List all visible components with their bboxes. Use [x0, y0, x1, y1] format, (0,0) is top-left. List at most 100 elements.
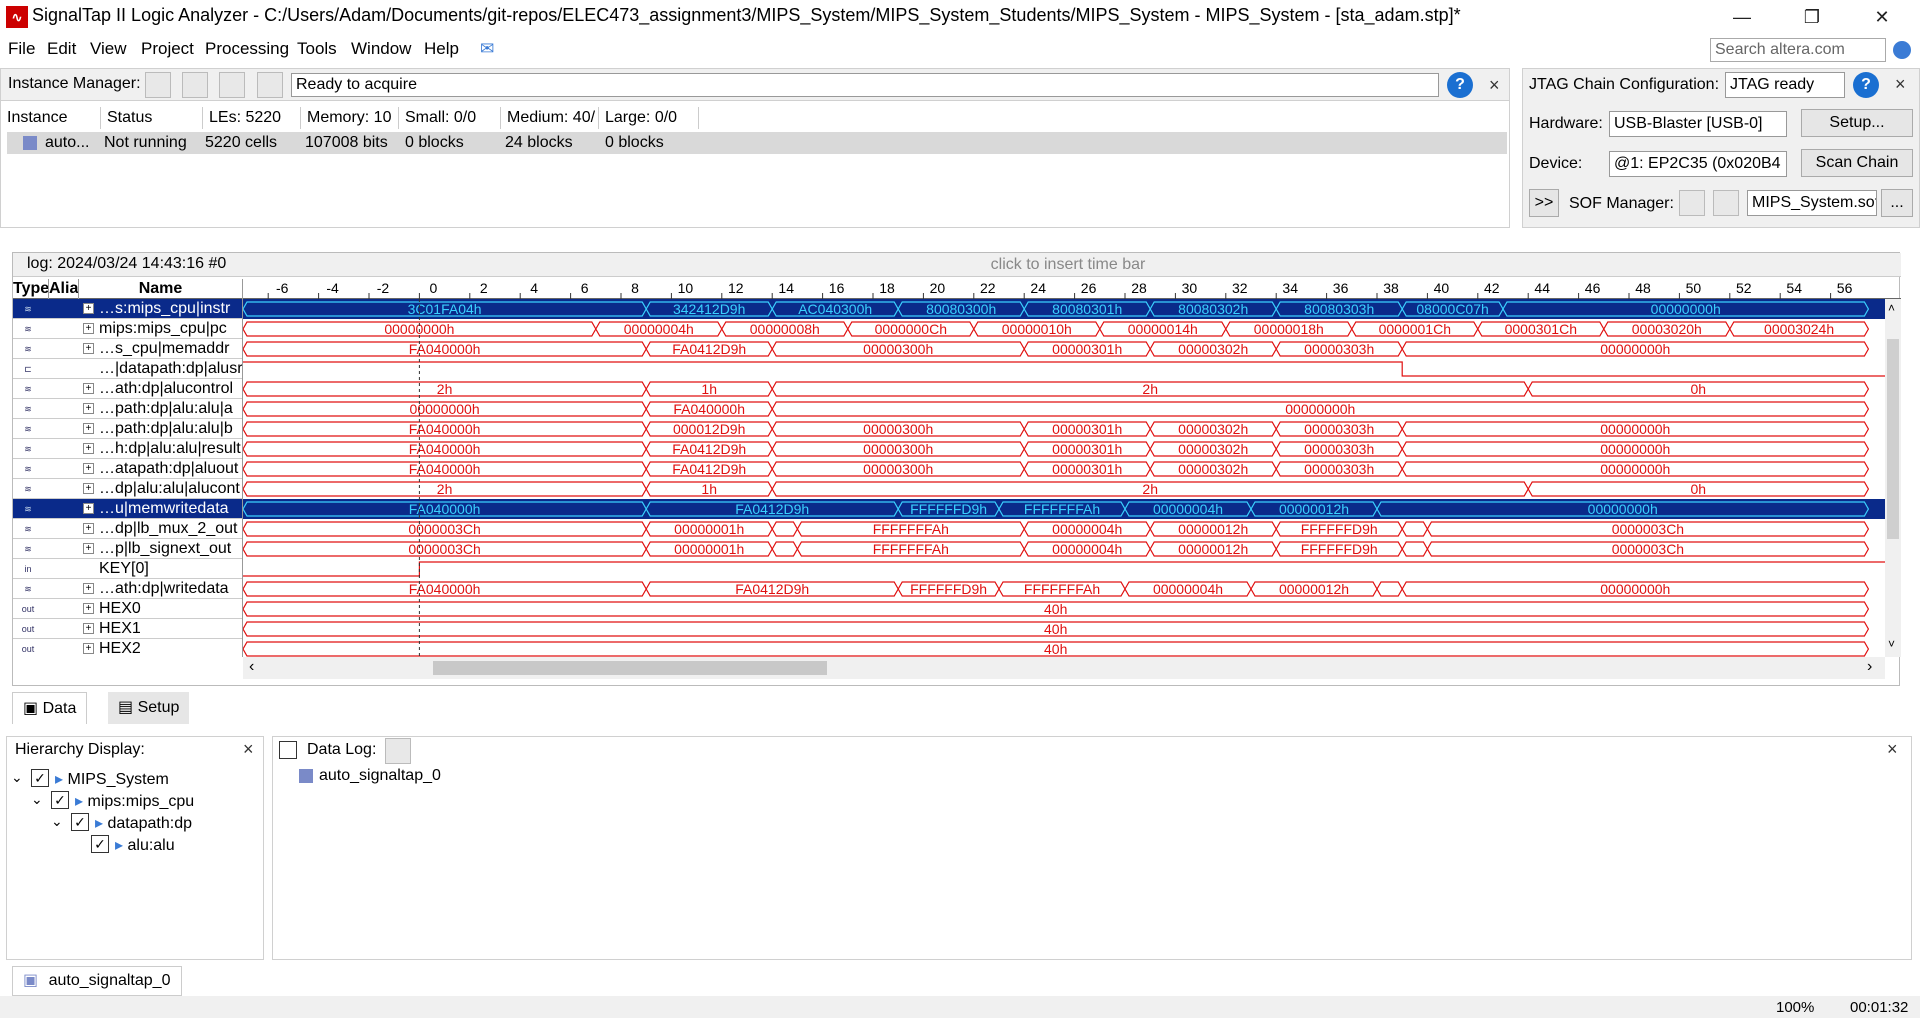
signal-row[interactable]: ≋ + …u|memwritedata	[13, 499, 242, 519]
expand-icon[interactable]: +	[83, 583, 94, 594]
col-medium[interactable]: Medium: 40/	[501, 107, 599, 129]
col-type[interactable]: Type	[13, 279, 49, 299]
expand-icon[interactable]: +	[83, 323, 94, 334]
col-status[interactable]: Status	[101, 107, 203, 129]
tree-item-datapath[interactable]: ▸ datapath:dp	[95, 813, 192, 833]
expand-icon[interactable]: +	[83, 503, 94, 514]
restore-button[interactable]: ❐	[1789, 0, 1835, 34]
checkbox-alu[interactable]: ✓	[91, 835, 109, 853]
col-memory[interactable]: Memory: 10	[301, 107, 399, 129]
tab-setup[interactable]: ▤ Setup	[108, 692, 190, 724]
menu-help[interactable]: Help	[420, 34, 463, 64]
col-name[interactable]: Name	[79, 279, 243, 299]
col-instance[interactable]: Instance	[1, 107, 101, 129]
scroll-right-icon[interactable]: ›	[1867, 658, 1872, 676]
signal-row[interactable]: ≋ + …ath:dp|alucontrol	[13, 379, 242, 399]
read-data-icon[interactable]	[257, 72, 283, 98]
time-bar-area[interactable]: click to insert time bar	[243, 255, 1893, 275]
signal-row[interactable]: out + HEX1	[13, 619, 242, 639]
horizontal-scrollbar[interactable]: ‹ ›	[243, 657, 1885, 679]
signal-row[interactable]: ≋ + …s:mips_cpu|instr	[13, 299, 242, 319]
expand-button[interactable]: >>	[1529, 189, 1559, 217]
instance-tab[interactable]: ▣ auto_signaltap_0	[12, 966, 182, 996]
scroll-down-icon[interactable]: ˅	[1888, 637, 1895, 651]
hierarchy-close-icon[interactable]: ×	[243, 739, 254, 760]
checkbox-datapath[interactable]: ✓	[71, 813, 89, 831]
device-select[interactable]: @1: EP2C35 (0x020B4	[1609, 151, 1787, 177]
program-device-icon[interactable]	[1679, 190, 1705, 216]
expand-icon[interactable]: +	[83, 643, 94, 654]
data-log-checkbox[interactable]	[279, 741, 297, 759]
tab-data[interactable]: ▣ Data	[12, 692, 88, 724]
data-log-icon[interactable]	[385, 738, 411, 764]
signal-row[interactable]: ≋ + …atapath:dp|aluout	[13, 459, 242, 479]
expand-icon[interactable]: +	[83, 483, 94, 494]
sof-file-field[interactable]: MIPS_System.sof	[1747, 190, 1877, 216]
menu-window[interactable]: Window	[347, 34, 415, 64]
data-log-close-icon[interactable]: ×	[1887, 739, 1898, 760]
jtag-close-icon[interactable]: ×	[1895, 74, 1906, 95]
col-large[interactable]: Large: 0/0	[599, 107, 699, 129]
globe-icon[interactable]	[1893, 41, 1911, 59]
tree-item-alu[interactable]: ▸ alu:alu	[115, 835, 175, 855]
signal-row[interactable]: ≋ + …h:dp|alu:alu|result	[13, 439, 242, 459]
attach-icon[interactable]	[1713, 190, 1739, 216]
signal-row[interactable]: ≋ + …s_cpu|memaddr	[13, 339, 242, 359]
signal-row[interactable]: ≋ + mips:mips_cpu|pc	[13, 319, 242, 339]
signal-row[interactable]: ≋ + …dp|lb_mux_2_out	[13, 519, 242, 539]
expand-icon[interactable]: +	[83, 463, 94, 474]
vertical-scroll-thumb[interactable]	[1887, 339, 1899, 539]
run-icon[interactable]	[182, 72, 208, 98]
signal-row[interactable]: out + HEX2	[13, 639, 242, 657]
checkbox-mips-cpu[interactable]: ✓	[51, 791, 69, 809]
expand-icon[interactable]: +	[83, 603, 94, 614]
signal-row[interactable]: ⊏ …|datapath:dp|alusrc	[13, 359, 242, 379]
vertical-scrollbar[interactable]: ˄ ˅	[1885, 299, 1901, 657]
expand-icon[interactable]: +	[83, 543, 94, 554]
expand-icon[interactable]: +	[83, 343, 94, 354]
stop-icon[interactable]	[219, 72, 245, 98]
feedback-icon[interactable]: ✉	[476, 34, 498, 64]
chevron-down-icon[interactable]: ⌄	[11, 769, 23, 786]
autorun-icon[interactable]	[145, 72, 171, 98]
signal-row[interactable]: in KEY[0]	[13, 559, 242, 579]
tree-item-mips-cpu[interactable]: ▸ mips:mips_cpu	[75, 791, 194, 811]
menu-view[interactable]: View	[86, 34, 131, 64]
col-alias[interactable]: Alias	[49, 279, 79, 299]
signal-row[interactable]: ≋ + …dp|alu:alu|alucont	[13, 479, 242, 499]
col-small[interactable]: Small: 0/0	[399, 107, 501, 129]
browse-button[interactable]: ...	[1881, 189, 1913, 217]
scroll-left-icon[interactable]: ‹	[249, 658, 254, 676]
menu-edit[interactable]: Edit	[43, 34, 80, 64]
chevron-down-icon[interactable]: ⌄	[31, 791, 43, 808]
help-icon[interactable]: ?	[1447, 72, 1473, 98]
instance-row[interactable]: auto... Not running 5220 cells 107008 bi…	[7, 132, 1507, 154]
col-les[interactable]: LEs: 5220	[203, 107, 301, 129]
hardware-select[interactable]: USB-Blaster [USB-0]	[1609, 111, 1787, 137]
expand-icon[interactable]: +	[83, 423, 94, 434]
chevron-down-icon[interactable]: ⌄	[51, 813, 63, 830]
menu-project[interactable]: Project	[137, 34, 198, 64]
expand-icon[interactable]: +	[83, 303, 94, 314]
signal-row[interactable]: ≋ + …ath:dp|writedata	[13, 579, 242, 599]
jtag-help-icon[interactable]: ?	[1853, 72, 1879, 98]
menu-tools[interactable]: Tools	[293, 34, 341, 64]
scan-chain-button[interactable]: Scan Chain	[1801, 149, 1913, 177]
scroll-up-icon[interactable]: ˄	[1888, 301, 1895, 315]
close-button[interactable]: ✕	[1859, 0, 1905, 34]
signal-row[interactable]: ≋ + …path:dp|alu:alu|b	[13, 419, 242, 439]
close-icon[interactable]: ×	[1489, 75, 1500, 96]
data-log-item[interactable]: auto_signaltap_0	[319, 767, 441, 785]
expand-icon[interactable]: +	[83, 383, 94, 394]
expand-icon[interactable]: +	[83, 523, 94, 534]
menu-processing[interactable]: Processing	[201, 34, 293, 64]
checkbox-mips-system[interactable]: ✓	[31, 769, 49, 787]
expand-icon[interactable]: +	[83, 623, 94, 634]
expand-icon[interactable]: +	[83, 443, 94, 454]
signal-row[interactable]: out + HEX0	[13, 599, 242, 619]
horizontal-scroll-thumb[interactable]	[433, 661, 827, 675]
search-input[interactable]: Search altera.com	[1710, 38, 1886, 62]
minimize-button[interactable]: —	[1719, 0, 1765, 34]
menu-file[interactable]: File	[4, 34, 39, 64]
signal-row[interactable]: ≋ + …path:dp|alu:alu|a	[13, 399, 242, 419]
